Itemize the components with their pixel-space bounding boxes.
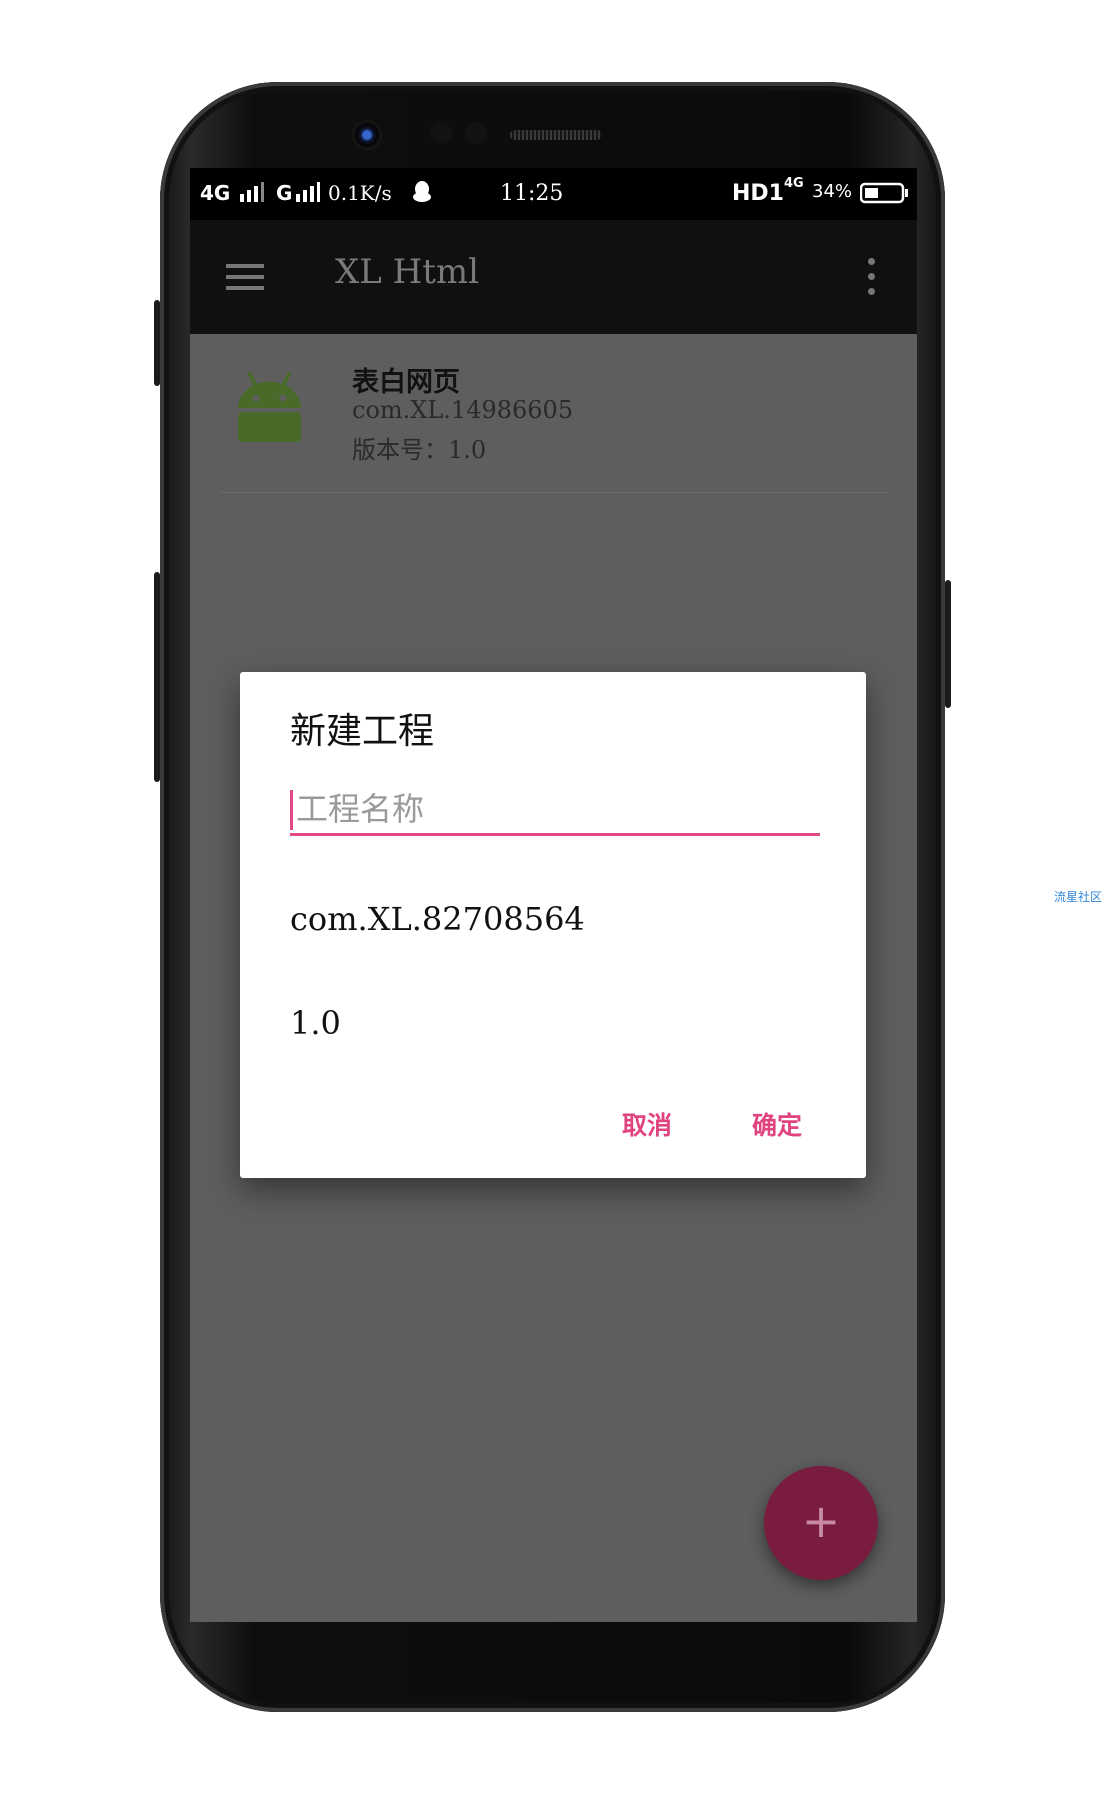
more-vert-icon[interactable] (866, 258, 876, 296)
phone-screen: 4G G 0.1K/s 11:25 HD1 4G 34% XL Html 表白网… (190, 168, 917, 1622)
front-camera-icon (352, 120, 382, 150)
battery-icon (860, 182, 908, 204)
project-name-input[interactable] (290, 784, 820, 836)
signal-icon (296, 182, 320, 202)
project-name: 表白网页 (352, 367, 460, 398)
plus-icon: + (801, 1494, 841, 1548)
hd-indicator: HD1 (732, 181, 784, 206)
app-title: XL Html (335, 252, 480, 292)
project-list: 表白网页 com.XL.14986605 版本号：1.0 新建工程 com.XL… (190, 334, 917, 1622)
text-cursor (290, 790, 293, 830)
volume-button (154, 572, 160, 782)
network-4g-label: 4G (200, 181, 231, 205)
watermark: 流星社区 (1054, 890, 1103, 904)
signal-icon (240, 182, 264, 202)
dialog-title: 新建工程 (290, 711, 435, 752)
battery-percent: 34% (812, 181, 853, 202)
cancel-button[interactable]: 取消 (612, 1100, 682, 1148)
app-toolbar: XL Html (190, 220, 917, 334)
net-4g-indicator: 4G (784, 176, 804, 191)
package-name-field[interactable]: com.XL.82708564 (290, 900, 585, 938)
list-divider (220, 492, 890, 493)
network-g-label: G (276, 181, 293, 205)
new-project-dialog: 新建工程 com.XL.82708564 1.0 取消 确定 (240, 672, 866, 1178)
power-button (945, 580, 951, 708)
menu-icon[interactable] (226, 264, 264, 290)
earpiece-speaker (510, 130, 602, 140)
project-package: com.XL.14986605 (352, 396, 574, 424)
sensor-icon (465, 122, 487, 144)
add-project-button[interactable]: + (764, 1466, 878, 1580)
version-field[interactable]: 1.0 (290, 1004, 341, 1042)
volume-rocker (154, 300, 160, 386)
android-icon (238, 372, 301, 442)
sensor-icon (430, 122, 452, 144)
clock: 11:25 (500, 181, 564, 206)
qq-penguin-icon (413, 181, 431, 202)
project-version: 版本号：1.0 (352, 436, 487, 464)
list-item[interactable]: 表白网页 com.XL.14986605 版本号：1.0 (190, 334, 917, 494)
confirm-button[interactable]: 确定 (742, 1100, 812, 1148)
status-bar: 4G G 0.1K/s 11:25 HD1 4G 34% (190, 168, 917, 220)
network-speed: 0.1K/s (328, 181, 392, 205)
